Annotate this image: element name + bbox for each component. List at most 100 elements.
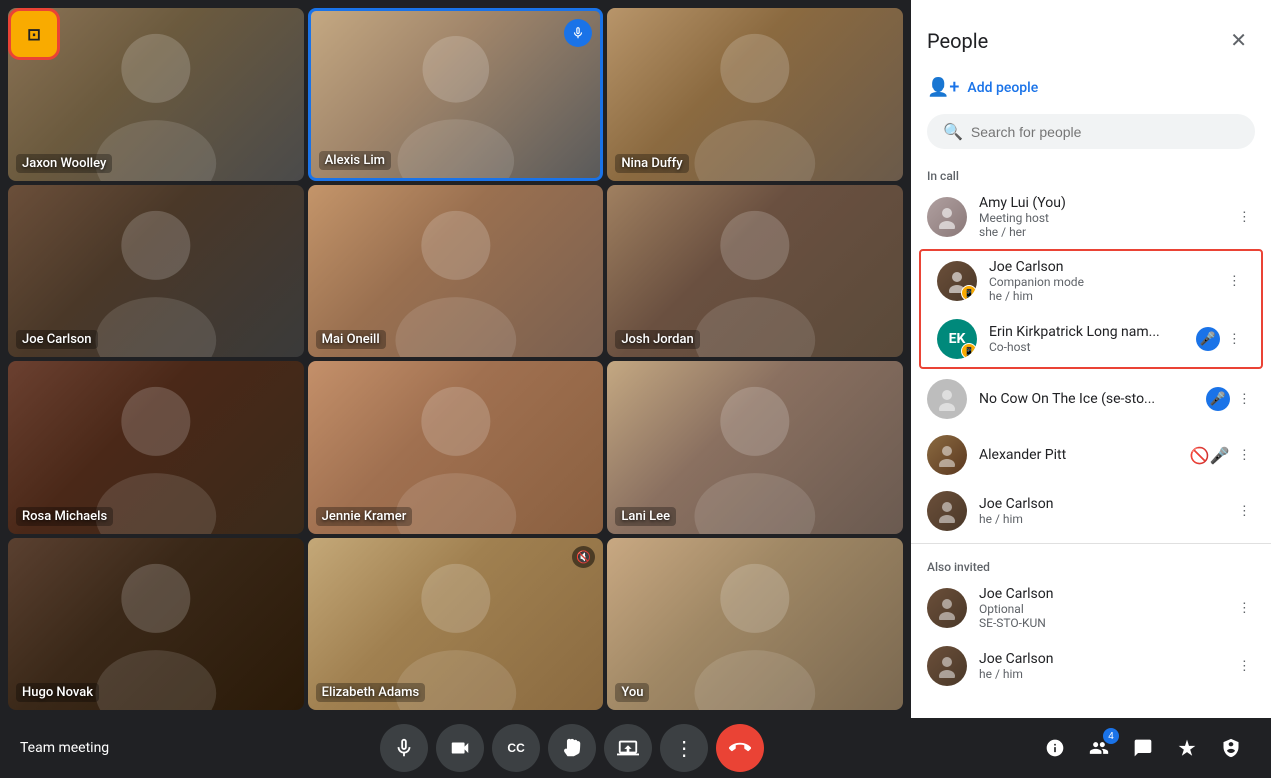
person-sub2-joe-inv: SE-STO-KUN [979,616,1222,630]
avatar-amy [927,197,967,237]
person-info-alex: Alexander Pitt [979,447,1178,463]
person-name-joe-inv2: Joe Carlson [979,651,1222,667]
tile-name-lani: Lani Lee [615,507,676,526]
video-tile-alexis: Alexis Lim [308,8,604,181]
person-item-joe-companion[interactable]: 📱 Joe Carlson Companion mode he / him ⋮ [921,251,1261,311]
safety-button[interactable] [1211,728,1251,768]
person-item-joe2[interactable]: Joe Carlson he / him ⋮ [911,483,1271,539]
video-tile-mai: Mai Oneill [308,185,604,358]
more-options-joe-companion[interactable]: ⋮ [1224,269,1245,293]
raise-hand-button[interactable] [548,724,596,772]
person-name-joe2: Joe Carlson [979,496,1222,512]
person-actions-alex: 🚫🎤 ⋮ [1190,443,1255,467]
tile-name-you: You [615,683,649,702]
person-item-joe-inv2[interactable]: Joe Carlson he / him ⋮ [911,638,1271,694]
person-actions-joe-inv2: ⋮ [1234,654,1255,678]
person-actions-joe-companion: ⋮ [1224,269,1245,293]
more-options-nocow[interactable]: ⋮ [1234,387,1255,411]
also-invited-label: Also invited [911,548,1271,578]
more-options-button[interactable]: ⋮ [660,724,708,772]
captions-button[interactable]: CC [492,724,540,772]
more-options-amy[interactable]: ⋮ [1234,205,1255,229]
more-options-joe2[interactable]: ⋮ [1234,499,1255,523]
video-tile-rosa: Rosa Michaels [8,361,304,534]
person-sub-joe-inv: Optional [979,602,1222,616]
person-pronoun-joe-companion: he / him [989,289,1212,303]
in-call-section-label: In call [911,157,1271,187]
person-name-erin: Erin Kirkpatrick Long nam... [989,324,1184,340]
highlighted-group: 📱 Joe Carlson Companion mode he / him ⋮ [919,249,1263,369]
avatar-joe-inv2 [927,646,967,686]
more-options-erin[interactable]: ⋮ [1224,327,1245,351]
search-icon: 🔍 [943,122,963,141]
person-sub-amy: Meeting host [979,211,1222,225]
people-button[interactable]: 4 [1079,728,1119,768]
close-people-panel-button[interactable]: ✕ [1222,20,1255,61]
add-people-button[interactable]: 👤+ Add people [911,69,1271,106]
tile-name-jaxon: Jaxon Woolley [16,154,112,173]
person-info-joe2: Joe Carlson he / him [979,496,1222,526]
add-people-label: Add people [967,80,1038,96]
avatar-erin: EK 📱 [937,319,977,359]
mic-button[interactable] [380,724,428,772]
person-actions-amy: ⋮ [1234,205,1255,229]
people-panel-title: People [927,29,988,53]
video-tile-joe: Joe Carlson [8,185,304,358]
companion-badge: 📱 [961,285,977,301]
video-tile-elizabeth: 🔇 Elizabeth Adams [308,538,604,711]
mic-active-erin: 🎤 [1196,327,1220,351]
mic-muted-alex: 🚫🎤 [1190,446,1230,465]
person-name-joe-companion: Joe Carlson [989,259,1212,275]
person-item-amy[interactable]: Amy Lui (You) Meeting host she / her ⋮ [911,187,1271,247]
bottom-bar: Team meeting CC ⋮ [0,718,1271,778]
person-actions-joe-inv: ⋮ [1234,596,1255,620]
person-actions-joe2: ⋮ [1234,499,1255,523]
tile-name-rosa: Rosa Michaels [16,507,113,526]
meet-app-icon: ⊡ [8,8,60,60]
person-item-joe-inv[interactable]: Joe Carlson Optional SE-STO-KUN ⋮ [911,578,1271,638]
tile-name-alexis: Alexis Lim [319,151,391,170]
more-options-joe-inv[interactable]: ⋮ [1234,596,1255,620]
activities-button[interactable] [1167,728,1207,768]
person-name-amy: Amy Lui (You) [979,195,1222,211]
person-name-joe-inv: Joe Carlson [979,586,1222,602]
svg-text:⊡: ⊡ [27,25,41,44]
person-name-alex: Alexander Pitt [979,447,1178,463]
end-call-button[interactable] [716,724,764,772]
person-item-erin[interactable]: EK 📱 Erin Kirkpatrick Long nam... Co-hos… [921,311,1261,367]
person-sub-joe-companion: Companion mode [989,275,1212,289]
video-tile-josh: Josh Jordan [607,185,903,358]
avatar-nocow [927,379,967,419]
tile-name-elizabeth: Elizabeth Adams [316,683,426,702]
chat-button[interactable] [1123,728,1163,768]
search-box[interactable]: 🔍 [927,114,1255,149]
person-item-nocow[interactable]: No Cow On The Ice (se-sto... 🎤 ⋮ [911,371,1271,427]
tile-name-hugo: Hugo Novak [16,683,99,702]
camera-button[interactable] [436,724,484,772]
erin-companion-badge: 📱 [961,343,977,359]
person-info-erin: Erin Kirkpatrick Long nam... Co-host [989,324,1184,354]
controls-center: CC ⋮ [380,724,764,772]
tile-name-joe: Joe Carlson [16,330,98,349]
controls-right: 4 [1035,728,1251,768]
avatar-alex [927,435,967,475]
info-button[interactable] [1035,728,1075,768]
tile-name-jennie: Jennie Kramer [316,507,413,526]
person-sub-erin: Co-host [989,340,1184,354]
avatar-joe2 [927,491,967,531]
people-panel: People ✕ 👤+ Add people 🔍 In call [911,0,1271,718]
divider [911,543,1271,544]
more-options-alex[interactable]: ⋮ [1234,443,1255,467]
mic-active-nocow: 🎤 [1206,387,1230,411]
video-grid: Jaxon Woolley Alexis Lim Nina Duffy Joe … [0,0,911,718]
search-people-input[interactable] [971,124,1239,140]
mic-muted-icon: 🔇 [572,546,595,568]
person-info-joe-inv: Joe Carlson Optional SE-STO-KUN [979,586,1222,630]
person-item-alex[interactable]: Alexander Pitt 🚫🎤 ⋮ [911,427,1271,483]
person-info-joe-inv2: Joe Carlson he / him [979,651,1222,681]
more-options-joe-inv2[interactable]: ⋮ [1234,654,1255,678]
person-info-joe-companion: Joe Carlson Companion mode he / him [989,259,1212,303]
present-button[interactable] [604,724,652,772]
person-actions-erin: 🎤 ⋮ [1196,327,1245,351]
people-badge: 4 [1103,728,1119,744]
